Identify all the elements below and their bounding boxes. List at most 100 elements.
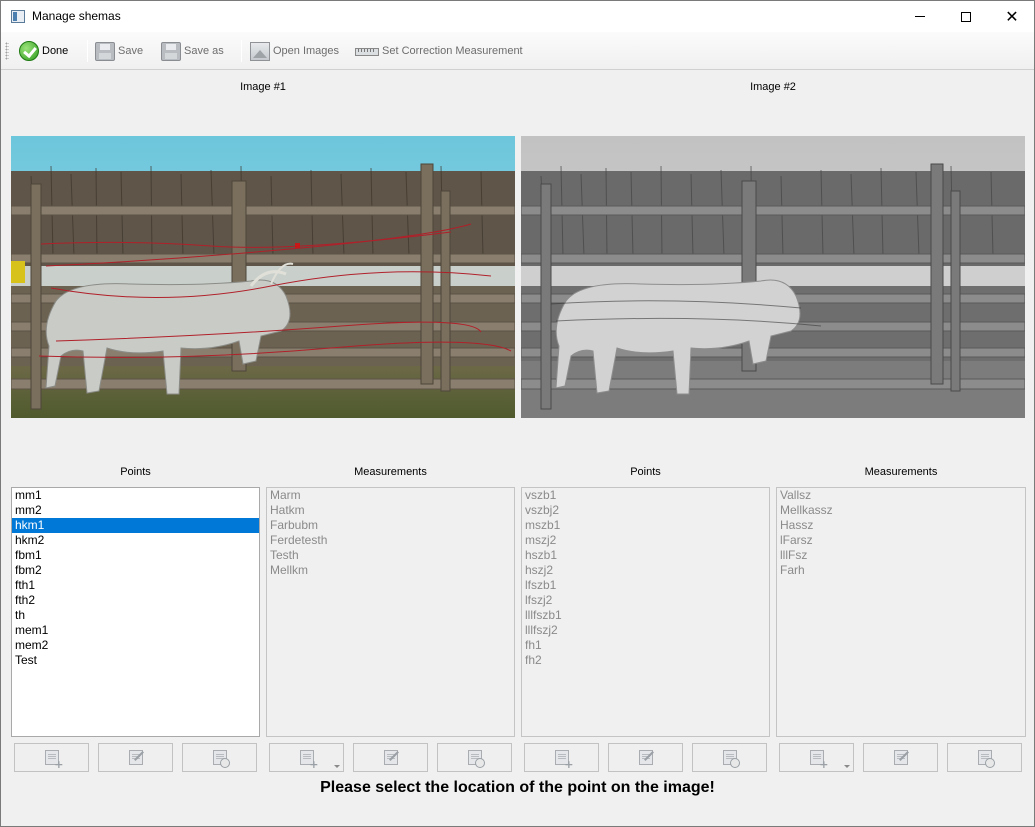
title-bar: Manage shemas ✕ — [1, 1, 1034, 32]
open-images-label: Open Images — [273, 45, 340, 57]
left-points-list[interactable]: mm1 mm2 hkm1 hkm2 fbm1 fbm2 fth1 fth2 th mem1 mem2… — [11, 487, 260, 737]
list-item[interactable]: vszb1 — [522, 488, 769, 503]
list-item[interactable]: Ferdetesth — [267, 533, 514, 548]
list-item[interactable]: th — [12, 608, 259, 623]
list-item[interactable]: Mellkm — [267, 563, 514, 578]
list-item[interactable]: Testh — [267, 548, 514, 563]
set-correction-measurement-button[interactable]: Set Correction Measurement — [355, 38, 523, 64]
list-item[interactable]: lllFsz — [777, 548, 1025, 563]
list-item[interactable]: fbm2 — [12, 563, 259, 578]
list-item[interactable]: mszj2 — [522, 533, 769, 548]
done-label: Done — [42, 45, 69, 57]
list-item[interactable]: lllfszb1 — [522, 608, 769, 623]
list-item[interactable]: fth1 — [12, 578, 259, 593]
add-icon — [44, 750, 64, 770]
toolbar-separator — [241, 40, 242, 62]
image2-canvas[interactable] — [521, 136, 1025, 418]
list-item[interactable]: Hatkm — [267, 503, 514, 518]
image1-title: Image #1 — [240, 81, 286, 93]
image2-title: Image #2 — [750, 81, 796, 93]
image1-canvas[interactable] — [11, 136, 515, 418]
list-item[interactable]: hkm1 — [12, 518, 259, 533]
right-points-list[interactable]: vszb1 vszbj2 mszb1 mszj2 hszb1 hszj2 lfszb1 lfs… — [521, 487, 770, 737]
add-icon — [809, 750, 829, 770]
save-as-disk-icon — [161, 41, 181, 61]
right-delete-measurement-button[interactable] — [947, 743, 1022, 772]
toolbar-separator — [87, 40, 88, 62]
list-item[interactable]: hszj2 — [522, 563, 769, 578]
list-item[interactable]: lfszj2 — [522, 593, 769, 608]
list-item[interactable]: lFarsz — [777, 533, 1025, 548]
toolbar-grip[interactable] — [5, 42, 9, 60]
right-add-measurement-button[interactable] — [779, 743, 854, 772]
delete-icon — [722, 750, 740, 768]
image-icon — [250, 41, 270, 61]
list-item[interactable]: lfszb1 — [522, 578, 769, 593]
delete-icon — [212, 750, 230, 768]
app-icon — [11, 10, 25, 23]
list-item[interactable]: mm2 — [12, 503, 259, 518]
list-item[interactable]: vszbj2 — [522, 503, 769, 518]
open-images-button[interactable]: Open Images — [250, 38, 339, 64]
list-item[interactable]: hkm2 — [12, 533, 259, 548]
right-points-header: Points — [630, 466, 661, 478]
left-delete-point-button[interactable] — [182, 743, 257, 772]
edit-icon — [383, 750, 398, 765]
done-button[interactable]: Done — [19, 38, 68, 64]
list-item[interactable]: fh1 — [522, 638, 769, 653]
add-icon — [554, 750, 574, 770]
left-add-point-button[interactable] — [14, 743, 89, 772]
edit-icon — [638, 750, 653, 765]
list-item[interactable]: Vallsz — [777, 488, 1025, 503]
save-disk-icon — [95, 41, 115, 61]
delete-icon — [977, 750, 995, 768]
minimize-button[interactable] — [897, 1, 943, 32]
left-measurements-list[interactable]: Marm Hatkm Farbubm Ferdetesth Testh Mellkm — [266, 487, 515, 737]
toolbar: Done Save Save as Open Images Set Correc… — [1, 32, 1034, 70]
right-add-point-button[interactable] — [524, 743, 599, 772]
list-item[interactable]: mem1 — [12, 623, 259, 638]
left-points-header: Points — [120, 466, 151, 478]
list-item[interactable]: hszb1 — [522, 548, 769, 563]
list-item[interactable]: Test — [12, 653, 259, 668]
left-add-measurement-button[interactable] — [269, 743, 344, 772]
right-edit-point-button[interactable] — [608, 743, 683, 772]
checkmark-icon — [19, 41, 39, 61]
save-label: Save — [118, 45, 144, 57]
save-button[interactable]: Save — [95, 38, 143, 64]
close-icon: ✕ — [1005, 6, 1019, 26]
list-item[interactable]: Hassz — [777, 518, 1025, 533]
list-item[interactable]: mm1 — [12, 488, 259, 503]
list-item[interactable]: Marm — [267, 488, 514, 503]
list-item[interactable]: fth2 — [12, 593, 259, 608]
dropdown-arrow-icon — [844, 765, 850, 768]
list-item[interactable]: fbm1 — [12, 548, 259, 563]
right-measurements-list[interactable]: Vallsz Mellkassz Hassz lFarsz lllFsz Farh — [776, 487, 1026, 737]
minimize-icon — [915, 16, 925, 17]
list-item[interactable]: Farh — [777, 563, 1025, 578]
left-edit-measurement-button[interactable] — [353, 743, 428, 772]
add-icon — [299, 750, 319, 770]
list-item[interactable]: Mellkassz — [777, 503, 1025, 518]
close-button[interactable]: ✕ — [989, 1, 1035, 32]
list-item[interactable]: Farbubm — [267, 518, 514, 533]
left-delete-measurement-button[interactable] — [437, 743, 512, 772]
manage-schemas-window: Manage shemas ✕ Done Save Save as Open I… — [0, 0, 1035, 827]
delete-icon — [467, 750, 485, 768]
status-message: Please select the location of the point … — [320, 779, 715, 796]
left-edit-point-button[interactable] — [98, 743, 173, 772]
list-item[interactable]: lllfszj2 — [522, 623, 769, 638]
right-delete-point-button[interactable] — [692, 743, 767, 772]
window-title: Manage shemas — [32, 9, 121, 23]
save-as-button[interactable]: Save as — [161, 38, 224, 64]
save-as-label: Save as — [184, 45, 224, 57]
list-item[interactable]: mszb1 — [522, 518, 769, 533]
right-edit-measurement-button[interactable] — [863, 743, 938, 772]
set-correction-label: Set Correction Measurement — [382, 45, 523, 57]
maximize-button[interactable] — [943, 1, 989, 32]
maximize-icon — [961, 11, 971, 22]
dropdown-arrow-icon — [334, 765, 340, 768]
list-item[interactable]: mem2 — [12, 638, 259, 653]
list-item[interactable]: fh2 — [522, 653, 769, 668]
right-measurements-header: Measurements — [864, 466, 938, 478]
